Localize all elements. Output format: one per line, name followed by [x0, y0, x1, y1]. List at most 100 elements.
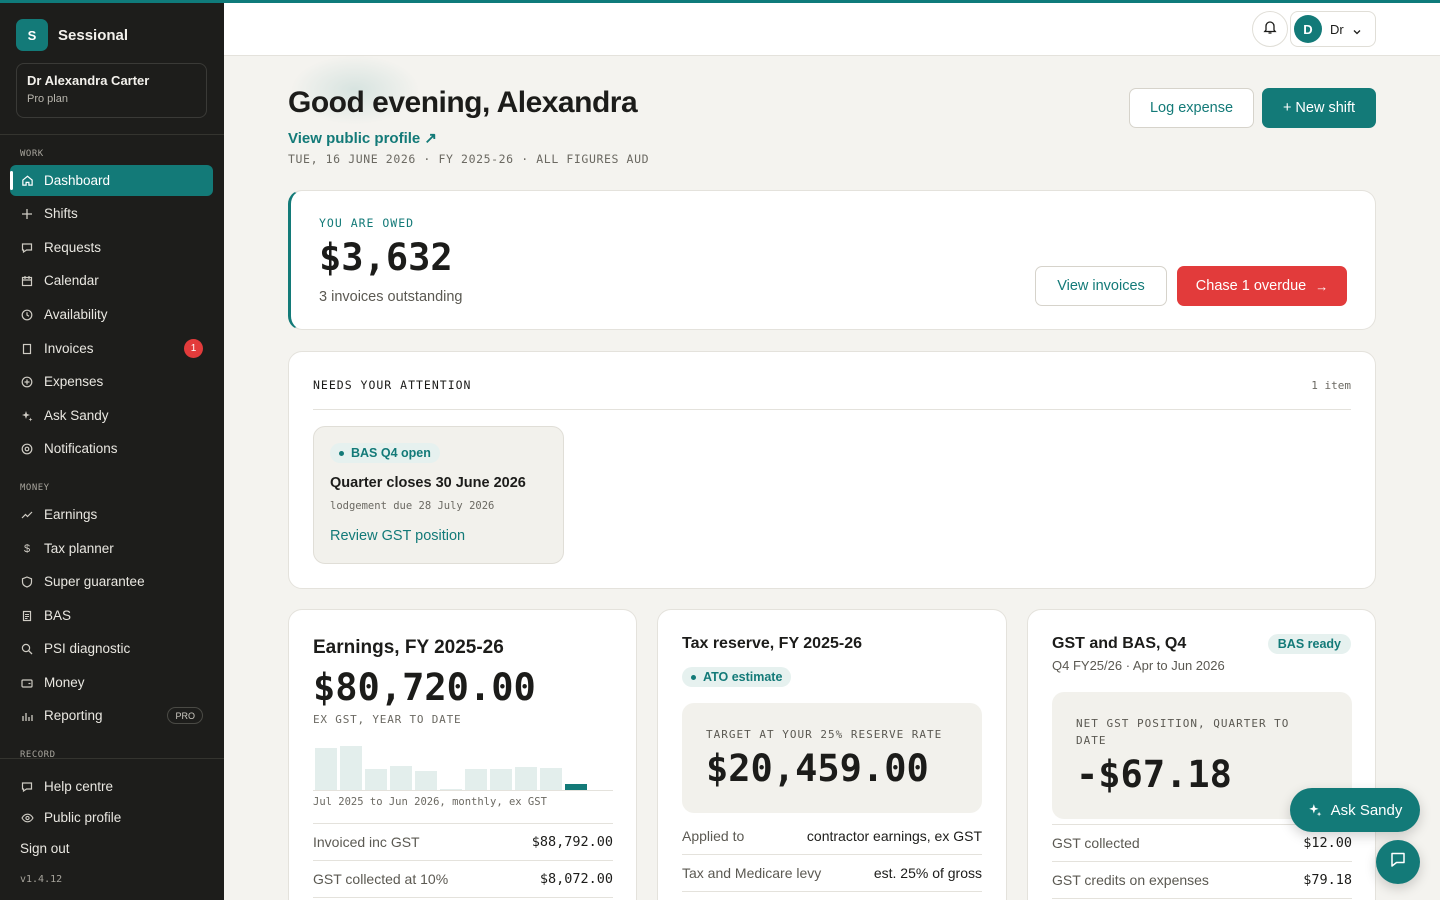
- new-shift-button[interactable]: + New shift: [1262, 88, 1376, 128]
- sidebar-item-money[interactable]: Money: [10, 667, 213, 698]
- row-label: GST credits on expenses: [1052, 872, 1209, 888]
- gst-title: GST and BAS, Q4: [1052, 635, 1187, 652]
- status-dot-icon: [339, 450, 344, 456]
- row-value: $8,072.00: [539, 871, 613, 887]
- bell-icon: [1262, 19, 1278, 40]
- at-icon: [20, 442, 34, 456]
- sidebar-item-label: Expenses: [44, 374, 104, 389]
- notifications-button[interactable]: [1252, 11, 1288, 47]
- earnings-chart-caption: Jul 2025 to Jun 2026, monthly, ex GST: [313, 796, 547, 808]
- sidebar-item-ask-sandy[interactable]: Ask Sandy: [10, 400, 213, 431]
- brand-name: Sessional: [58, 26, 129, 44]
- view-public-profile-link[interactable]: View public profile ↗: [288, 129, 437, 147]
- user-card[interactable]: Dr Alexandra Carter Pro plan: [16, 63, 207, 118]
- sidebar-item-dashboard[interactable]: Dashboard: [10, 165, 213, 196]
- ato-estimate-label: ATO estimate: [703, 670, 783, 684]
- sidebar-item-label: Availability: [44, 307, 108, 322]
- tax-target-label: TARGET AT YOUR 25% RESERVE RATE: [706, 728, 943, 741]
- sidebar-divider: [0, 134, 224, 135]
- user-name: Dr Alexandra Carter: [27, 73, 150, 88]
- earnings-bar-sep-2025: [364, 769, 387, 790]
- ask-sandy-button[interactable]: Ask Sandy: [1290, 788, 1420, 832]
- sidebar-item-public-profile[interactable]: Public profile: [10, 802, 213, 833]
- sidebar-item-tax-planner[interactable]: $ Tax planner: [10, 533, 213, 564]
- help-icon: [20, 780, 34, 794]
- sidebar-item-requests[interactable]: Requests: [10, 232, 213, 263]
- sidebar-item-label: Public profile: [44, 810, 122, 825]
- sidebar-item-availability[interactable]: Availability: [10, 299, 213, 330]
- feedback-icon: [1389, 851, 1407, 874]
- sidebar-item-shifts[interactable]: Shifts: [10, 198, 213, 229]
- invoices-badge: 1: [184, 339, 203, 358]
- gst-net-amount: -$67.18: [1076, 753, 1232, 796]
- earnings-bar-jan-2026: [464, 769, 487, 790]
- earnings-bar-mar-2026: [514, 767, 537, 790]
- dollar-icon: $: [23, 542, 31, 555]
- bas-status-label: BAS Q4 open: [351, 446, 431, 460]
- row-label: GST collected: [1052, 835, 1140, 851]
- earnings-amount: $80,720.00: [313, 666, 536, 709]
- row-value: $79.18: [1303, 872, 1352, 888]
- sparkle-icon: [1308, 803, 1322, 817]
- task-title: Quarter closes 30 June 2026: [330, 475, 526, 491]
- earnings-bar-dec-2025: [439, 789, 462, 790]
- tax-row-applied: Applied to contractor earnings, ex GST: [682, 818, 982, 855]
- sidebar-item-invoices[interactable]: Invoices 1: [10, 333, 213, 364]
- sidebar-item-label: Shifts: [44, 206, 78, 221]
- attention-task-card[interactable]: BAS Q4 open Quarter closes 30 June 2026 …: [313, 426, 564, 564]
- sidebar-item-notifications[interactable]: Notifications: [10, 433, 213, 464]
- review-gst-link[interactable]: Review GST position: [330, 528, 465, 544]
- sidebar-item-help-centre[interactable]: Help centre: [10, 771, 213, 802]
- sidebar-item-earnings[interactable]: Earnings: [10, 499, 213, 530]
- sidebar-item-label: Super guarantee: [44, 574, 145, 589]
- earnings-bar-oct-2025: [389, 766, 412, 790]
- row-value: $88,792.00: [531, 834, 613, 850]
- attention-divider: [313, 409, 1351, 410]
- earnings-bar-nov-2025: [414, 771, 437, 790]
- sidebar-item-psi-diagnostic[interactable]: PSI diagnostic: [10, 633, 213, 664]
- sidebar-item-expenses[interactable]: Expenses: [10, 366, 213, 397]
- ask-sandy-label: Ask Sandy: [1330, 801, 1403, 819]
- status-dot-icon: [691, 674, 696, 680]
- shield-icon: [20, 575, 34, 589]
- gst-bas-card: GST and BAS, Q4 BAS ready Q4 FY25/26 · A…: [1027, 609, 1376, 900]
- attention-card: NEEDS YOUR ATTENTION 1 item BAS Q4 open …: [288, 351, 1376, 589]
- brand[interactable]: S Sessional: [16, 19, 128, 51]
- calendar-icon: [20, 274, 34, 288]
- brand-logo: S: [16, 19, 48, 51]
- page-title: Good evening, Alexandra: [288, 86, 638, 119]
- log-expense-button[interactable]: Log expense: [1129, 88, 1254, 128]
- arrow-right-icon: →: [1315, 278, 1329, 294]
- sidebar-item-reporting[interactable]: Reporting PRO: [10, 700, 213, 731]
- sidebar-item-super-guarantee[interactable]: Super guarantee: [10, 566, 213, 597]
- sign-out-link[interactable]: Sign out: [20, 841, 70, 856]
- eye-icon: [20, 811, 34, 825]
- row-value: contractor earnings, ex GST: [806, 828, 982, 844]
- sidebar-item-label: Earnings: [44, 507, 98, 522]
- plus-icon: [20, 207, 34, 221]
- attention-count: 1 item: [1311, 379, 1351, 392]
- sidebar-item-calendar[interactable]: Calendar: [10, 265, 213, 296]
- sidebar-item-bas[interactable]: BAS: [10, 600, 213, 631]
- chase-overdue-label: Chase 1 overdue: [1195, 278, 1307, 294]
- sidebar-item-label: PSI diagnostic: [44, 641, 131, 656]
- user-menu-button[interactable]: D Dr: [1290, 11, 1376, 47]
- earnings-bar-aug-2025: [339, 746, 362, 790]
- sidebar-item-label: Ask Sandy: [44, 408, 109, 423]
- document-icon: [20, 342, 34, 356]
- earnings-bar-chart: [313, 745, 613, 791]
- avatar: D: [1294, 15, 1322, 43]
- tax-reserve-card: Tax reserve, FY 2025-26 ATO estimate TAR…: [657, 609, 1007, 900]
- ato-estimate-pill: ATO estimate: [682, 667, 792, 687]
- sidebar-item-label: Tax planner: [44, 541, 114, 556]
- date-line: TUE, 16 JUNE 2026 · FY 2025-26 · ALL FIG…: [288, 152, 650, 166]
- earnings-bar-feb-2026: [489, 769, 512, 790]
- user-plan: Pro plan: [27, 93, 68, 105]
- sidebar: S Sessional Dr Alexandra Carter Pro plan…: [0, 0, 224, 900]
- search-icon: [20, 642, 34, 656]
- chase-overdue-button[interactable]: Chase 1 overdue →: [1177, 266, 1347, 306]
- row-label: Applied to: [682, 828, 745, 844]
- view-invoices-button[interactable]: View invoices: [1035, 266, 1167, 306]
- sidebar-item-label: Requests: [44, 240, 102, 255]
- chat-button[interactable]: [1376, 840, 1420, 884]
